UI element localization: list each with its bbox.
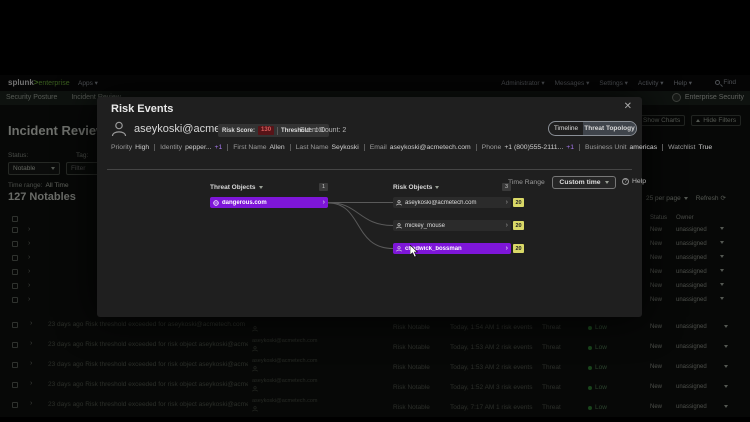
risk-object-row: mickey_mouse › 20	[393, 220, 524, 231]
risk-score-badge: 20	[513, 244, 524, 253]
identity-attribute: First Name Allen	[227, 144, 284, 151]
identity-attribute: Email aseykoski@acmetech.com	[364, 144, 471, 151]
risk-events-modal: Risk Events ✕ aseykoski@acmetech.com Ris…	[97, 97, 642, 317]
identity-attribute: Watchlist True	[662, 144, 712, 151]
risk-object-bar[interactable]: mickey_mouse ›	[393, 220, 511, 231]
risk-objects-sort[interactable]: Risk Objects	[393, 184, 439, 191]
view-switcher: Timeline Threat Topology	[548, 121, 637, 136]
chevron-right-icon: ›	[506, 246, 508, 252]
modal-time-range-label: Time Range	[508, 179, 545, 186]
identity-attribute: Priority High	[111, 144, 149, 151]
screen: splunk>enterprise Apps ▾ Administrator ▾…	[0, 0, 750, 422]
risk-count-badge: 3	[502, 183, 511, 191]
risk-score-badge: 20	[513, 221, 524, 230]
person-icon	[396, 200, 402, 206]
identity-attributes: Priority High Identity pepper... +1 Firs…	[111, 144, 632, 151]
event-count: Event Count: 2	[300, 127, 346, 134]
identity-attribute: Phone +1 (800)555-2111... +1	[476, 144, 574, 151]
person-icon	[396, 246, 402, 252]
risk-score-label: Risk Score:	[222, 128, 255, 134]
chevron-right-icon: ›	[323, 200, 325, 206]
person-icon	[396, 223, 402, 229]
identity-attribute: Business Unit americas	[579, 144, 657, 151]
help-icon: ?	[622, 178, 629, 185]
modal-title: Risk Events	[111, 103, 173, 115]
risk-object-row: chadwick_bossman › 20	[393, 243, 524, 254]
globe-icon	[213, 200, 219, 206]
risk-score-badge: 20	[513, 198, 524, 207]
risk-object-bar[interactable]: chadwick_bossman ›	[393, 243, 511, 254]
close-icon[interactable]: ✕	[624, 101, 632, 112]
more-count-link[interactable]: +1	[566, 144, 574, 151]
help-link[interactable]: ? Help	[622, 178, 646, 185]
identity-avatar-icon	[110, 120, 128, 138]
more-count-link[interactable]: +1	[215, 144, 223, 151]
identity-attribute: Last Name Seykoski	[290, 144, 359, 151]
risk-score-value: 130	[258, 126, 274, 135]
risk-object-row: aseykoski@acmetech.com › 20	[393, 197, 524, 208]
threat-object-dangerous-com[interactable]: dangerous.com ›	[210, 197, 328, 208]
tab-threat-topology[interactable]: Threat Topology	[583, 122, 636, 135]
chevron-down-icon	[605, 181, 609, 184]
risk-objects-header: Risk Objects 3	[393, 183, 511, 191]
modal-divider	[107, 169, 632, 170]
pill-divider	[277, 127, 278, 135]
custom-time-dropdown[interactable]: Custom time	[552, 176, 616, 189]
threat-objects-sort[interactable]: Threat Objects	[210, 184, 263, 191]
threat-objects-header: Threat Objects 1	[210, 183, 328, 191]
chevron-right-icon: ›	[506, 200, 508, 206]
threat-object-name: dangerous.com	[222, 200, 320, 206]
risk-object-bar[interactable]: aseykoski@acmetech.com ›	[393, 197, 511, 208]
chevron-right-icon: ›	[506, 223, 508, 229]
chevron-down-icon	[259, 186, 263, 189]
tab-timeline[interactable]: Timeline	[549, 122, 583, 135]
risk-object-list: aseykoski@acmetech.com › 20 mickey_mouse…	[393, 197, 524, 266]
chevron-down-icon	[435, 186, 439, 189]
identity-attribute: Identity pepper... +1	[154, 144, 222, 151]
threat-count-badge: 1	[319, 183, 328, 191]
